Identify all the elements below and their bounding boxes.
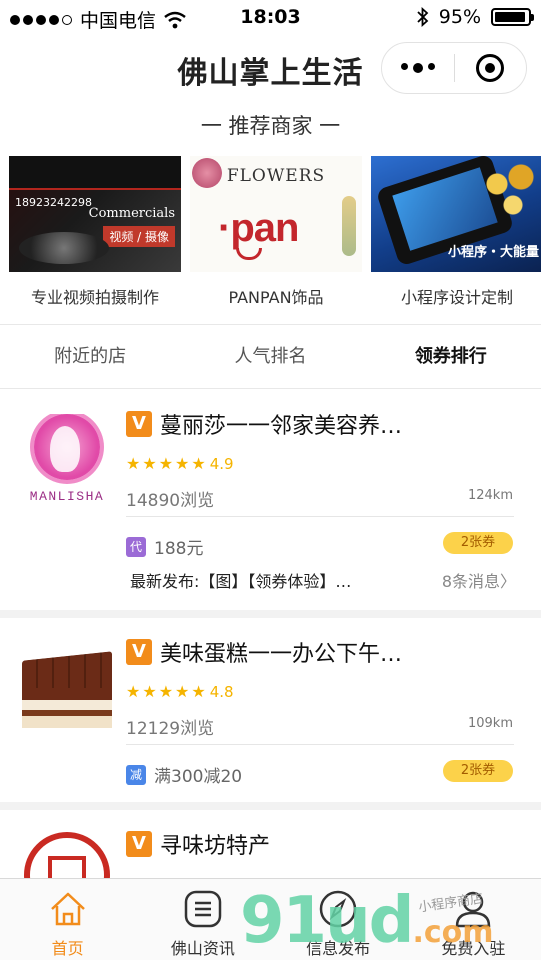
shop-logo (20, 828, 114, 878)
card-separator (0, 610, 541, 618)
verified-badge: V (126, 639, 152, 665)
star-icon: ★ (126, 682, 141, 701)
distance: 124km (467, 488, 513, 503)
banner-miniapp-image: 小程序・大能量 (371, 156, 541, 272)
miniprogram-capsule (381, 42, 527, 94)
divider (0, 324, 541, 325)
film-reel-icon (19, 232, 109, 264)
target-icon (476, 54, 505, 82)
rating-stars: ★ ★ ★ ★ ★ 4.8 (126, 682, 234, 701)
close-button[interactable] (455, 54, 527, 82)
person-icon (456, 891, 491, 928)
shop-name: 蔓丽莎一一邻家美容养… (160, 414, 403, 439)
shop-logo (20, 640, 114, 734)
star-icon: ★ (158, 682, 174, 701)
banner-caption: 小程序设计定制 (400, 288, 513, 307)
discount-tag: 减 (126, 764, 146, 785)
banner-video-image: 18923242298 Commercials 视频 / 摄像 (9, 156, 181, 272)
home-icon (50, 892, 85, 926)
rating-score: 4.9 (209, 454, 234, 473)
shop-name: 美味蛋糕一一办公下午… (160, 642, 403, 667)
rating-score: 4.8 (209, 682, 234, 701)
banner-caption: PANPAN饰品 (228, 288, 324, 307)
shop-card[interactable]: MANLISHA V 蔓丽莎一一邻家美容养… ★ ★ ★ ★ ★ 4.9 14890浏览… (0, 390, 541, 610)
verified-badge: V (126, 411, 152, 437)
nav-bar: 佛山掌上生活 (0, 34, 541, 104)
news-text: 最新发布:【图】【领券体验】… (130, 572, 352, 591)
star-icon: ★ (175, 454, 190, 473)
coupon-badge[interactable]: 2张券 (443, 532, 513, 554)
voucher-tag: 代 (126, 536, 146, 557)
shop-card[interactable]: V 寻味坊特产 (0, 810, 541, 878)
shop-name: 寻味坊特产 (160, 834, 271, 859)
banner-panpan-image: FLOWERS ·pan (190, 156, 362, 272)
banner-caption: 专业视频拍摄制作 (30, 288, 159, 307)
promo: 减 满300减20 (126, 762, 242, 787)
star-icon: ★ (158, 454, 174, 473)
tab-coupons[interactable]: 领券排行 (361, 326, 541, 388)
news-count: 8条消息〉 (441, 572, 516, 591)
shop-logo: MANLISHA (20, 414, 114, 508)
verified-badge: V (126, 831, 152, 857)
status-bar: 中国电信 18:03 95% (0, 0, 541, 34)
compass-icon (319, 890, 357, 928)
view-count: 14890浏览 (126, 491, 215, 511)
shop-tabs: 附近的店 人气排名 领券排行 (0, 326, 541, 388)
star-icon: ★ (175, 682, 190, 701)
tab-news[interactable]: 佛山资讯 (135, 879, 270, 960)
tab-join[interactable]: 免费入驻 (406, 879, 541, 960)
banner-panpan[interactable]: FLOWERS ·pan PANPAN饰品 (190, 156, 362, 308)
tab-publish[interactable]: 信息发布 (271, 879, 406, 960)
banner-miniapp[interactable]: 小程序・大能量 小程序设计定制 (371, 156, 541, 308)
recommended-merchants: 18923242298 Commercials 视频 / 摄像 专业视频拍摄制作… (9, 156, 541, 308)
section-title: 一 推荐商家 一 (200, 114, 341, 138)
battery-percent: 95% (438, 6, 481, 28)
coupon-badge[interactable]: 2张券 (443, 760, 513, 782)
divider (126, 516, 514, 517)
tab-nearby[interactable]: 附近的店 (0, 326, 180, 388)
banner-video[interactable]: 18923242298 Commercials 视频 / 摄像 专业视频拍摄制作 (9, 156, 181, 308)
battery-icon (491, 8, 534, 26)
star-icon: ★ (126, 454, 141, 473)
promo-text: 188元 (154, 539, 204, 559)
shop-card[interactable]: V 美味蛋糕一一办公下午… ★ ★ ★ ★ ★ 4.8 12129浏览 109km 减 … (0, 618, 541, 802)
tab-label: 信息发布 (306, 939, 371, 958)
tab-home[interactable]: 首页 (0, 879, 135, 960)
latest-news[interactable]: 最新发布:【图】【领券体验】… 8条消息〉 (130, 568, 516, 592)
tab-label: 首页 (51, 939, 84, 958)
divider (126, 744, 514, 745)
coins-icon (473, 156, 541, 226)
divider (0, 388, 541, 389)
distance: 109km (467, 716, 513, 731)
star-icon: ★ (191, 454, 206, 473)
tab-popular[interactable]: 人气排名 (180, 326, 360, 388)
rating-stars: ★ ★ ★ ★ ★ 4.9 (126, 454, 234, 473)
star-icon: ★ (191, 682, 206, 701)
tab-label: 佛山资讯 (170, 939, 235, 958)
promo-text: 满300减20 (154, 767, 243, 787)
promo: 代 188元 (126, 534, 203, 559)
tab-label: 免费入驻 (441, 939, 506, 958)
star-icon: ★ (142, 682, 157, 701)
more-button[interactable] (382, 63, 454, 73)
bluetooth-icon (417, 7, 429, 27)
bottom-tab-bar: 首页 佛山资讯 信息发布 免费入驻 (0, 878, 541, 960)
more-dots-icon (400, 63, 408, 70)
list-icon (184, 890, 222, 928)
view-count: 12129浏览 (126, 719, 215, 739)
card-separator (0, 802, 541, 810)
star-icon: ★ (142, 454, 157, 473)
